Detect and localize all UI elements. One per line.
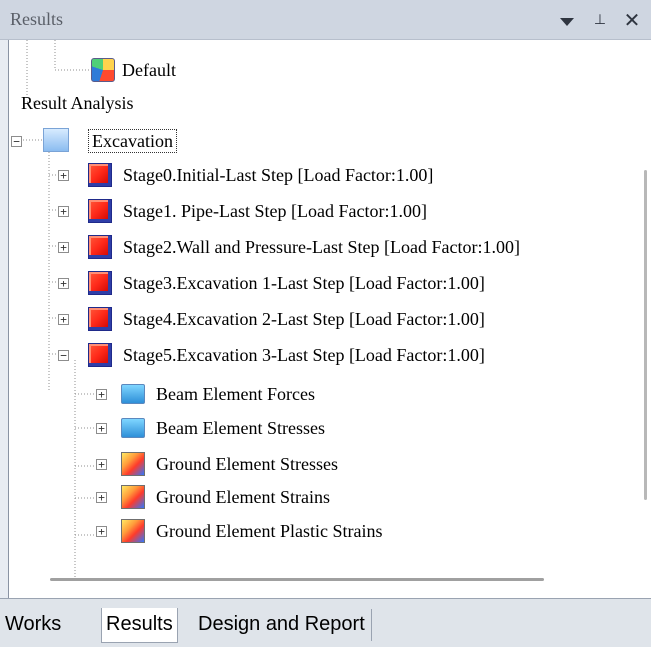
tree-item-label: Stage4.Excavation 2-Last Step [Load Fact…: [123, 309, 485, 329]
collapse-icon[interactable]: −: [58, 350, 69, 361]
results-panel: Results ⊥ ✕ Default Result Analysis − Ex…: [0, 0, 651, 647]
expand-icon[interactable]: +: [96, 459, 107, 470]
bottom-tab-strip: Works Results Design and Report: [0, 598, 651, 647]
tree-item-label: Result Analysis: [21, 93, 134, 113]
expand-icon[interactable]: +: [96, 492, 107, 503]
beam-forces-icon: [121, 384, 145, 404]
expand-icon[interactable]: +: [58, 206, 69, 217]
beam-stresses-icon: [121, 418, 145, 438]
horizontal-scrollbar[interactable]: [50, 578, 544, 581]
close-icon[interactable]: ✕: [620, 8, 644, 32]
ground-plastic-strains-icon: [121, 519, 145, 543]
tree-item-label: Excavation: [88, 129, 177, 153]
tree-item-label: Beam Element Stresses: [156, 418, 325, 438]
ground-strains-icon: [121, 485, 145, 509]
stage-icon: [88, 199, 112, 223]
tab-results-label: Results: [106, 613, 173, 635]
tab-design-and-report[interactable]: Design and Report: [192, 609, 372, 641]
expand-icon[interactable]: +: [96, 526, 107, 537]
vertical-scrollbar[interactable]: [644, 170, 647, 500]
tree-item-label: Stage1. Pipe-Last Step [Load Factor:1.00…: [123, 201, 427, 221]
tree-item-label: Stage5.Excavation 3-Last Step [Load Fact…: [123, 345, 485, 365]
expand-icon[interactable]: +: [96, 389, 107, 400]
analysis-icon: [43, 128, 69, 152]
tree-item-label: Stage0.Initial-Last Step [Load Factor:1.…: [123, 165, 434, 185]
panel-title: Results: [10, 9, 64, 29]
tab-works-label: Works: [5, 613, 62, 635]
tree-item-label: Ground Element Stresses: [156, 454, 338, 474]
stage-icon: [88, 271, 112, 295]
tree-item-label: Stage3.Excavation 1-Last Step [Load Fact…: [123, 273, 485, 293]
stage-icon: [88, 343, 112, 367]
expand-icon[interactable]: +: [58, 278, 69, 289]
expand-icon[interactable]: +: [58, 314, 69, 325]
pin-icon[interactable]: ⊥: [588, 8, 612, 32]
collapse-icon[interactable]: −: [11, 136, 22, 147]
tab-results[interactable]: Results: [101, 608, 178, 643]
dropdown-icon[interactable]: [555, 8, 579, 32]
tree-item-label: Default: [122, 60, 176, 80]
expand-icon[interactable]: +: [58, 242, 69, 253]
tab-works[interactable]: Works: [1, 609, 65, 641]
panel-titlebar: Results ⊥ ✕: [0, 0, 651, 40]
tree-item-label: Ground Element Plastic Strains: [156, 521, 383, 541]
tree-item-label: Ground Element Strains: [156, 487, 330, 507]
tree-item-label: Stage2.Wall and Pressure-Last Step [Load…: [123, 237, 520, 257]
stage-icon: [88, 163, 112, 187]
expand-icon[interactable]: +: [58, 170, 69, 181]
results-tree[interactable]: Default Result Analysis − Excavation + S…: [8, 40, 651, 598]
stage-icon: [88, 235, 112, 259]
tree-item-label: Beam Element Forces: [156, 384, 315, 404]
expand-icon[interactable]: +: [96, 423, 107, 434]
ground-stresses-icon: [121, 452, 145, 476]
default-result-icon: [91, 58, 115, 82]
stage-icon: [88, 307, 112, 331]
tab-design-and-report-label: Design and Report: [198, 613, 365, 635]
